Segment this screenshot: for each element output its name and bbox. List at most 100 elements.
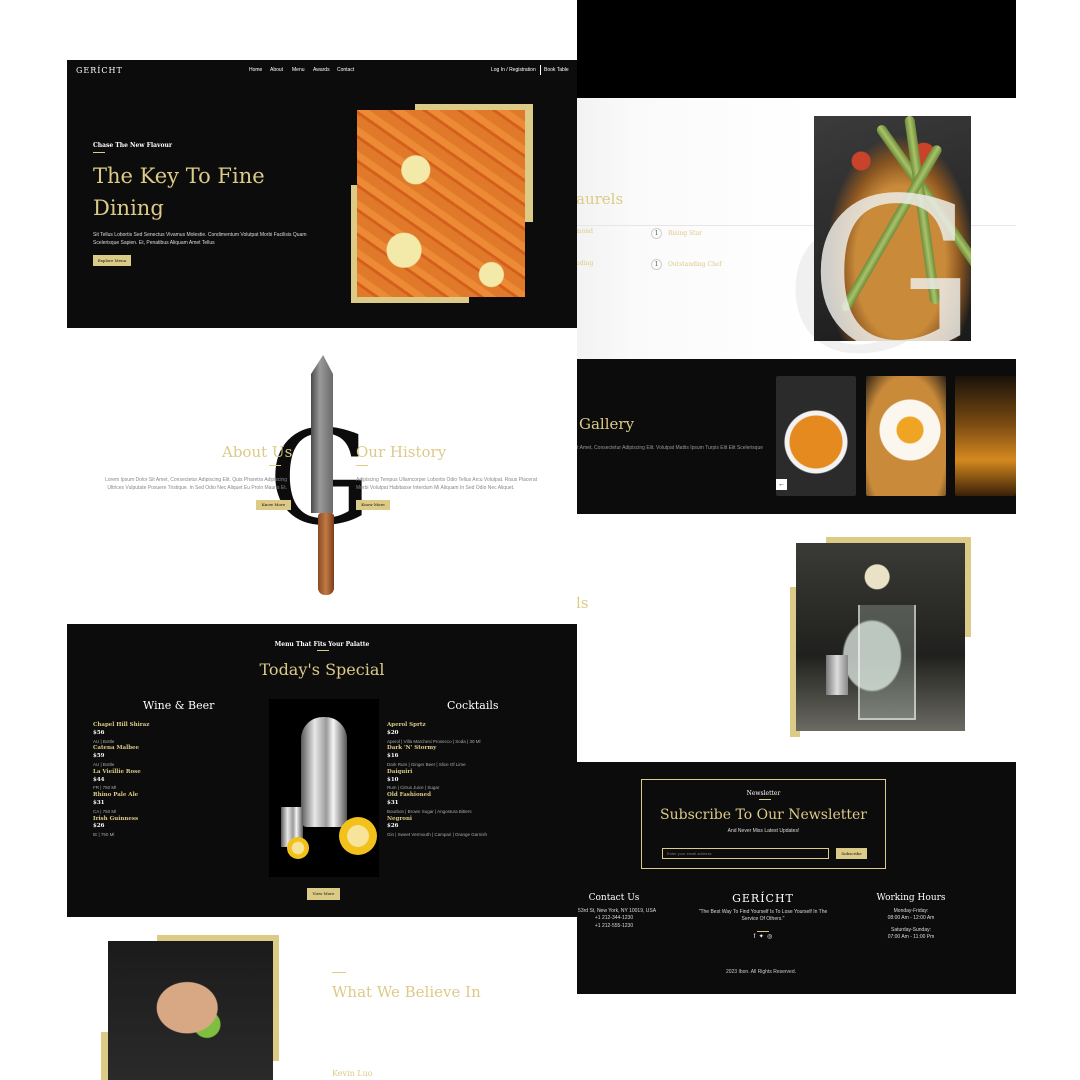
menu-item-price: $16 <box>387 753 399 760</box>
wine-heading: Wine & Beer <box>143 699 215 712</box>
view-more-button[interactable]: View More <box>307 888 340 900</box>
todays-special-section: Menu That Fits Your Palatte Today's Spec… <box>67 624 577 917</box>
jigger-shape <box>826 655 848 695</box>
hero-title: The Key To Fine Dining <box>93 164 265 220</box>
gallery-text: it Amet, Consectetur Adipiscing Elit. Vo… <box>576 445 764 451</box>
footer-contact-title: Contact Us <box>588 893 640 903</box>
menu-item-name: Rhino Pale Ale <box>93 792 139 799</box>
footer-phone: +1 212-344-1230 <box>594 915 634 921</box>
newsletter-label: Newsletter <box>746 790 781 797</box>
laurels-title: aurels <box>576 190 624 208</box>
hero-subtitle: Chase The New Flavour <box>93 142 173 149</box>
footer-contact: Contact Us W 53rd St, New York, NY 10019… <box>564 893 664 930</box>
menu-item-name: Old Fashioned <box>387 792 432 799</box>
book-table-link[interactable]: Book Table <box>544 67 569 73</box>
menu-item-desc: CA | 750 Ml <box>93 808 117 814</box>
menu-item-name: Chapel Hill Shiraz <box>93 722 150 728</box>
believe-title: What We Believe In <box>332 983 481 1001</box>
cocktail-list: Aperol Sprtz $20 Aperol | Villa Marchesi… <box>387 722 487 839</box>
menu-item-desc: IE | 750 Ml <box>93 832 115 838</box>
social-icons: f ✦ ◎ <box>698 934 828 942</box>
newsletter-title: Subscribe To Our Newsletter <box>660 807 867 823</box>
subscribe-button[interactable]: Subscribe <box>836 848 867 859</box>
nav-awards[interactable]: Awards <box>313 67 330 73</box>
believe-section: What We Believe In Kevin Luo <box>0 917 577 1080</box>
facebook-icon[interactable]: f <box>754 934 756 940</box>
chef-name: Kevin Luo <box>332 1069 373 1078</box>
menu-item-desc: AU | Bottle <box>93 738 115 744</box>
award-left-label: uding <box>576 260 594 267</box>
divider <box>317 650 329 651</box>
back-page-mockup: G aurels mond uding 1 Rising Star 1 Outsta… <box>506 0 1016 1080</box>
gallery-image-egg[interactable] <box>866 376 946 496</box>
wine-list: Chapel Hill Shiraz $56 AU | Bottle Caten… <box>93 722 149 839</box>
menu-item-price: $44 <box>93 776 105 783</box>
history-title: Our History <box>356 443 447 461</box>
glass-shape <box>858 605 916 720</box>
photo-g-letter: G <box>814 153 971 342</box>
special-title: Today's Special <box>259 660 385 679</box>
menu-item-desc: Bourbon | Brown Sugar | Angostura Bitter… <box>387 808 472 814</box>
copyright: 2023 Ibon. All Rights Reserved. <box>725 969 797 975</box>
about-title: About Us <box>222 443 293 461</box>
gallery-image-drink[interactable] <box>955 376 1016 496</box>
knife-icon <box>311 355 333 513</box>
login-link[interactable]: Log In / Registration <box>491 67 536 73</box>
menu-item-name: Daiquiri <box>387 768 413 775</box>
newsletter-subtitle: And Never Miss Latest Updates! <box>727 828 800 834</box>
menu-item-price: $20 <box>387 729 399 736</box>
divider <box>757 931 769 932</box>
instagram-icon[interactable]: ◎ <box>767 934 772 940</box>
footer-quote: "The Best Way To Find Yourself Is To Los… <box>698 908 828 923</box>
cocktails-heading: Cocktails <box>447 699 499 712</box>
back-page-top-bar <box>506 0 1016 98</box>
email-input[interactable]: Enter your email address <box>662 848 829 859</box>
award-item: 1 Rising Star <box>651 228 702 239</box>
award-badge: 1 <box>651 228 662 239</box>
chef-photo <box>108 941 273 1080</box>
knife-handle <box>318 513 334 595</box>
about-section: G About Us Lorem Ipsum Dolor Sit Amet, C… <box>0 328 577 624</box>
twitter-icon[interactable]: ✦ <box>759 934 764 940</box>
footer-logo: GERÍCHT <box>732 892 794 905</box>
weekday-hours: 08:00 Am - 12:00 Am <box>887 915 935 921</box>
menu-item-name: Negroni <box>387 815 413 822</box>
divider <box>93 152 105 153</box>
award-label: Rising Star <box>668 230 703 237</box>
award-item: 1 Outstanding Chef <box>651 259 722 270</box>
gallery-section: Gallery it Amet, Consectetur Adipiscing … <box>506 359 1016 514</box>
menu-item-desc: AU | Bottle <box>93 761 115 767</box>
history-know-more-button[interactable]: Know More <box>356 500 390 510</box>
footer-brand: GERÍCHT "The Best Way To Find Yourself I… <box>698 892 828 942</box>
menu-item-price: $31 <box>93 799 105 806</box>
menu-item-price: $56 <box>93 729 105 736</box>
nav-divider <box>540 65 541 75</box>
nav-contact[interactable]: Contact <box>337 67 354 73</box>
cocktail-shaker-photo <box>269 699 379 877</box>
about-text: Lorem Ipsum Dolor Sit Amet, Consectetur … <box>104 477 287 491</box>
nav-menu[interactable]: Menu <box>292 67 305 73</box>
menu-item-price: $10 <box>387 776 399 783</box>
lemon-slice <box>287 837 309 859</box>
nav-home[interactable]: Home <box>249 67 262 73</box>
intro-title: ls <box>576 594 589 612</box>
hero-text: Sit Tellus Lobortis Sed Senectus Vivamus… <box>93 232 307 246</box>
footer-address: W 53rd St, New York, NY 10019, USA <box>571 907 657 914</box>
about-know-more-button[interactable]: Know More <box>256 500 291 510</box>
menu-item-name: La Vieillie Rose <box>93 768 141 775</box>
menu-item-price: $26 <box>93 823 105 830</box>
gallery-prev-arrow-icon[interactable]: ← <box>776 479 787 490</box>
gallery-title: Gallery <box>579 415 635 433</box>
weekend-label: Saturday-Sunday: <box>890 926 932 933</box>
nav-about[interactable]: About <box>270 67 283 73</box>
hero-salmon-photo <box>357 110 525 297</box>
gallery-image-soup[interactable] <box>776 376 856 496</box>
laurels-section: G aurels mond uding 1 Rising Star 1 Outsta… <box>506 98 1016 378</box>
menu-item-name: Irish Guinness <box>93 815 139 822</box>
lemon-slice <box>339 817 377 855</box>
award-badge: 1 <box>651 259 662 270</box>
explore-menu-button[interactable]: Explore Menu <box>93 255 131 266</box>
newsletter-footer-section: Newsletter Subscribe To Our Newsletter A… <box>506 762 1016 994</box>
logo[interactable]: GERÍCHT <box>76 66 123 75</box>
menu-item-price: $59 <box>93 753 105 760</box>
